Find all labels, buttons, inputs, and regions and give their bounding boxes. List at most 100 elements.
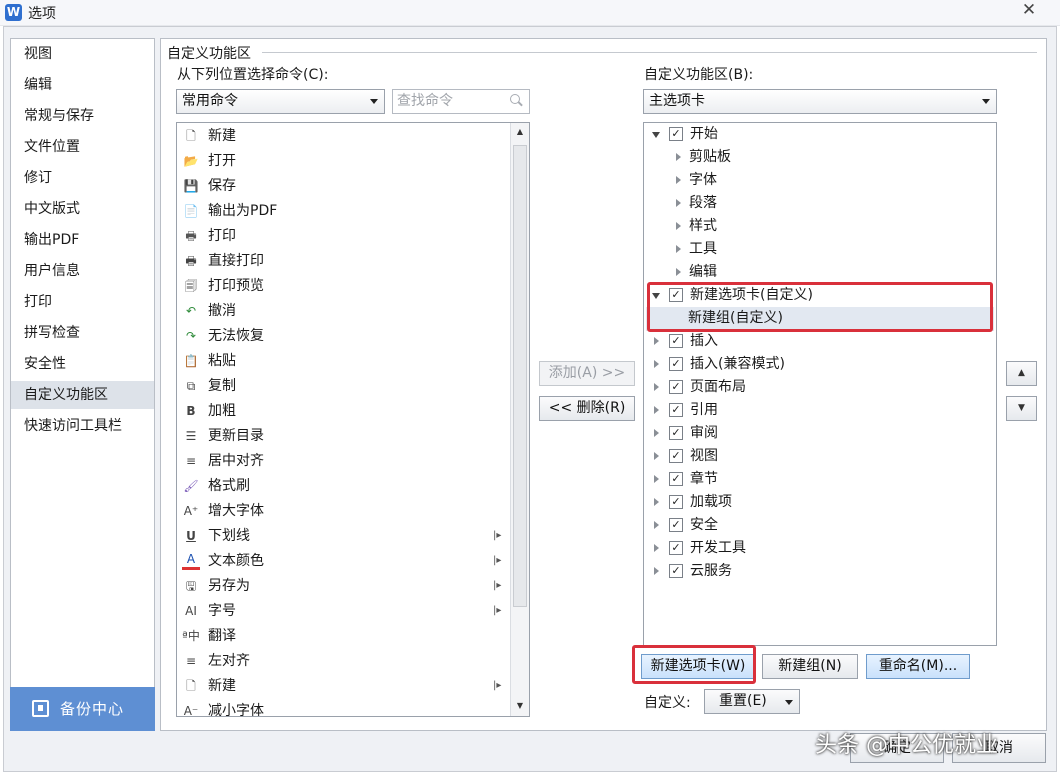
command-source-select[interactable]: 常用命令: [176, 89, 385, 114]
command-item[interactable]: 📋 粘贴: [181, 349, 511, 373]
expand-arrow-icon[interactable]: [676, 222, 681, 230]
checkbox[interactable]: ✓: [669, 380, 683, 394]
sidebar-item[interactable]: 打印: [11, 288, 154, 316]
expand-arrow-icon[interactable]: [676, 176, 681, 184]
move-up-icon[interactable]: ▲: [1006, 361, 1037, 386]
search-icon[interactable]: [510, 94, 520, 104]
sidebar-item[interactable]: 编辑: [11, 71, 154, 99]
reset-dropdown[interactable]: 重置(E): [704, 689, 800, 714]
command-item[interactable]: ↶ 撤消: [181, 299, 511, 323]
expand-arrow-icon[interactable]: [676, 268, 681, 276]
collapse-arrow-icon[interactable]: [652, 132, 660, 138]
expand-arrow-icon[interactable]: [654, 383, 659, 391]
command-item[interactable]: 📄 输出为PDF: [181, 199, 511, 223]
command-item[interactable]: B 加粗: [181, 399, 511, 423]
command-item[interactable]: ☰ 更新目录: [181, 424, 511, 448]
checkbox[interactable]: ✓: [669, 403, 683, 417]
expand-arrow-icon[interactable]: [654, 429, 659, 437]
tree-tab-item[interactable]: ✓ 视图: [648, 445, 992, 468]
scroll-thumb[interactable]: [513, 145, 527, 607]
command-item[interactable]: U 下划线 |▸: [181, 524, 511, 548]
command-item[interactable]: 🖶 直接打印: [181, 249, 511, 273]
rename-button[interactable]: 重命名(M)...: [866, 654, 970, 679]
command-item[interactable]: 💾 保存: [181, 174, 511, 198]
expand-arrow-icon[interactable]: [654, 567, 659, 575]
checkbox[interactable]: ✓: [669, 334, 683, 348]
tree-group-item[interactable]: 工具: [648, 238, 992, 261]
tree-tab-item[interactable]: ✓ 插入: [648, 330, 992, 353]
remove-button[interactable]: << 删除(R): [539, 396, 635, 421]
command-list[interactable]: ▲ ▼ 🗋 新建 📂 打开 💾 保存 📄 输出为PDF 🖶 打印 🖶 直接打印 🗐 打印预览 ↶ 撤消 ↷ 无法恢…: [176, 122, 530, 717]
command-item[interactable]: AI 字号 |▸: [181, 599, 511, 623]
sidebar-item[interactable]: 中文版式: [11, 195, 154, 223]
command-item[interactable]: 🖌 格式刷: [181, 474, 511, 498]
sidebar-item[interactable]: 安全性: [11, 350, 154, 378]
expand-arrow-icon[interactable]: [654, 521, 659, 529]
tree-tab-item[interactable]: ✓ 引用: [648, 399, 992, 422]
sidebar-item[interactable]: 修订: [11, 164, 154, 192]
sidebar-item[interactable]: 常规与保存: [11, 102, 154, 130]
expand-arrow-icon[interactable]: [676, 153, 681, 161]
tree-tab-item[interactable]: ✓ 开始: [648, 123, 992, 146]
command-item[interactable]: ↷ 无法恢复: [181, 324, 511, 348]
tree-tab-item[interactable]: ✓ 章节: [648, 468, 992, 491]
expand-arrow-icon[interactable]: [654, 498, 659, 506]
command-item[interactable]: 🗋 新建: [181, 124, 511, 148]
expand-arrow-icon[interactable]: [654, 406, 659, 414]
move-down-icon[interactable]: ▼: [1006, 396, 1037, 421]
scroll-down-icon[interactable]: ▼: [511, 697, 529, 715]
command-item[interactable]: A 文本颜色 |▸: [181, 549, 511, 573]
tree-tab-item[interactable]: ✓ 审阅: [648, 422, 992, 445]
search-commands-input[interactable]: 查找命令: [392, 89, 530, 114]
expand-arrow-icon[interactable]: [654, 544, 659, 552]
sidebar-item[interactable]: 文件位置: [11, 133, 154, 161]
command-item[interactable]: 🗐 打印预览: [181, 274, 511, 298]
checkbox[interactable]: ✓: [669, 426, 683, 440]
expand-arrow-icon[interactable]: [654, 360, 659, 368]
sidebar-item[interactable]: 自定义功能区: [11, 381, 154, 409]
new-group-button[interactable]: 新建组(N): [762, 654, 858, 679]
expand-arrow-icon[interactable]: [654, 452, 659, 460]
tree-tab-item[interactable]: ✓ 安全: [648, 514, 992, 537]
command-item[interactable]: 🖫 另存为 |▸: [181, 574, 511, 598]
checkbox[interactable]: ✓: [669, 518, 683, 532]
tree-tab-item[interactable]: ✓ 开发工具: [648, 537, 992, 560]
command-item[interactable]: 🖶 打印: [181, 224, 511, 248]
ribbon-tabs-select[interactable]: 主选项卡: [643, 89, 997, 114]
command-item[interactable]: ⧉ 复制: [181, 374, 511, 398]
checkbox[interactable]: ✓: [669, 449, 683, 463]
sidebar-item[interactable]: 拼写检查: [11, 319, 154, 347]
checkbox[interactable]: ✓: [669, 127, 683, 141]
sidebar-item[interactable]: 快速访问工具栏: [11, 412, 154, 440]
checkbox[interactable]: ✓: [669, 495, 683, 509]
expand-arrow-icon[interactable]: [654, 475, 659, 483]
command-item[interactable]: ≡ 居中对齐: [181, 449, 511, 473]
tree-group-item[interactable]: 样式: [648, 215, 992, 238]
backup-center-button[interactable]: 备份中心: [10, 687, 155, 731]
tree-group-item[interactable]: 编辑: [648, 261, 992, 284]
tree-tab-item[interactable]: ✓ 加载项: [648, 491, 992, 514]
expand-arrow-icon[interactable]: [676, 199, 681, 207]
tree-group-item[interactable]: 段落: [648, 192, 992, 215]
command-item[interactable]: A⁻ 减小字体: [181, 699, 511, 716]
expand-arrow-icon[interactable]: [654, 337, 659, 345]
command-list-scrollbar[interactable]: ▲ ▼: [510, 123, 529, 716]
command-item[interactable]: A⁺ 增大字体: [181, 499, 511, 523]
checkbox[interactable]: ✓: [669, 541, 683, 555]
checkbox[interactable]: ✓: [669, 564, 683, 578]
command-item[interactable]: ª中 翻译: [181, 624, 511, 648]
tree-tab-item[interactable]: ✓ 云服务: [648, 560, 992, 583]
tree-tab-item[interactable]: ✓ 页面布局: [648, 376, 992, 399]
checkbox[interactable]: ✓: [669, 357, 683, 371]
tree-group-item[interactable]: 剪贴板: [648, 146, 992, 169]
scroll-up-icon[interactable]: ▲: [511, 123, 529, 141]
command-item[interactable]: ≡ 左对齐: [181, 649, 511, 673]
close-icon[interactable]: ✕: [1000, 0, 1058, 22]
command-item[interactable]: 📂 打开: [181, 149, 511, 173]
add-button[interactable]: 添加(A) >>: [539, 361, 635, 386]
command-item[interactable]: 🗋 新建 |▸: [181, 674, 511, 698]
checkbox[interactable]: ✓: [669, 472, 683, 486]
tree-tab-item[interactable]: ✓ 插入(兼容模式): [648, 353, 992, 376]
expand-arrow-icon[interactable]: [676, 245, 681, 253]
sidebar-item[interactable]: 用户信息: [11, 257, 154, 285]
